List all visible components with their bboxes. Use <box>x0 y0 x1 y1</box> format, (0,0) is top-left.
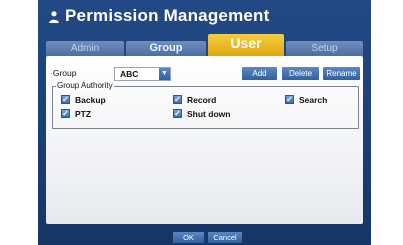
permission-label: PTZ <box>75 109 92 119</box>
ok-button[interactable]: OK <box>173 232 204 243</box>
permission-management-dialog: Permission Management Admin Group User S… <box>38 0 371 245</box>
dialog-title: Permission Management <box>65 6 270 25</box>
group-row: ·Group ABC ▼ Add Delete Rename <box>46 66 363 82</box>
checkbox-checked-icon[interactable]: ✓ <box>285 95 294 104</box>
permission-label: Search <box>299 95 328 105</box>
permission-label: Backup <box>75 95 106 105</box>
tab-user[interactable]: User <box>208 34 284 56</box>
tab-admin[interactable]: Admin <box>46 41 124 56</box>
tab-bar: Admin Group User Setup <box>38 34 371 56</box>
tab-setup[interactable]: Setup <box>286 41 363 56</box>
group-select-value: ABC <box>120 69 139 79</box>
title-bar: Permission Management <box>38 0 371 34</box>
content-panel: ·Group ABC ▼ Add Delete Rename Group Aut… <box>46 56 363 224</box>
permission-label: Shut down <box>187 109 231 119</box>
user-icon <box>47 10 61 24</box>
tab-group[interactable]: Group <box>126 41 206 56</box>
cancel-button[interactable]: Cancel <box>208 232 242 243</box>
group-authority-label: Group Authority <box>56 81 114 90</box>
rename-button[interactable]: Rename <box>323 67 360 80</box>
group-label: ·Group <box>50 68 77 78</box>
checkbox-checked-icon[interactable]: ✓ <box>173 109 182 118</box>
delete-button[interactable]: Delete <box>282 67 319 80</box>
chevron-down-icon[interactable]: ▼ <box>159 68 170 80</box>
checkbox-checked-icon[interactable]: ✓ <box>61 109 70 118</box>
checkbox-checked-icon[interactable]: ✓ <box>173 95 182 104</box>
checkbox-checked-icon[interactable]: ✓ <box>61 95 70 104</box>
group-select[interactable]: ABC ▼ <box>114 67 171 81</box>
group-authority-box: Group Authority ✓ Backup ✓ Record ✓ Sear… <box>52 81 359 129</box>
permission-label: Record <box>187 95 217 105</box>
add-button[interactable]: Add <box>242 67 277 80</box>
